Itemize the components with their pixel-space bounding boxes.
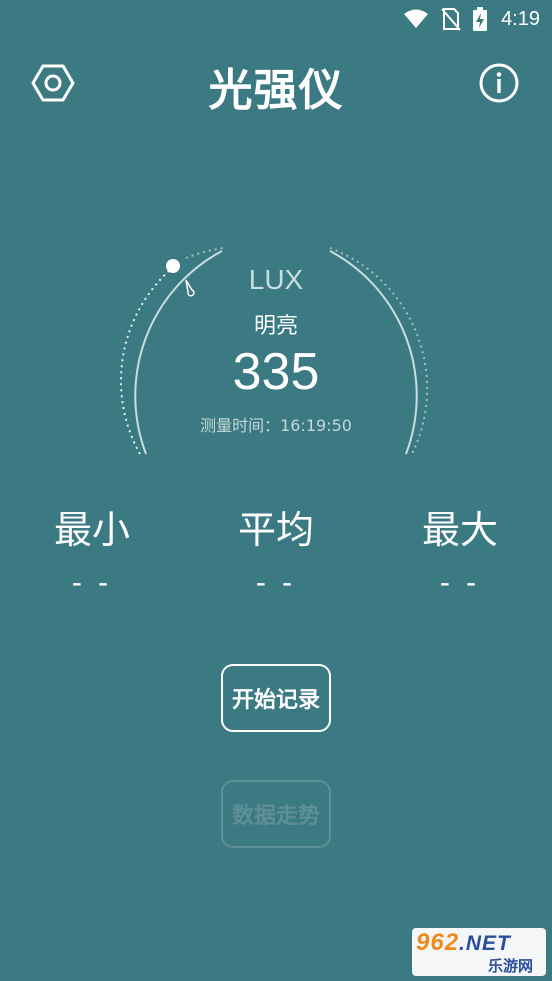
stat-avg-value: - - <box>255 566 297 599</box>
wifi-icon <box>403 8 429 30</box>
battery-charging-icon <box>473 7 488 31</box>
measurement-time: 测量时间：16:19:50 <box>200 416 352 435</box>
watermark-logo-top: 962.NET <box>416 929 511 957</box>
stat-max: 最大 - - <box>380 504 540 600</box>
status-icons: 4:19 <box>403 6 540 32</box>
stat-min-value: - - <box>71 566 113 599</box>
lux-gauge: LUX 明亮 335 测量时间：16:19:50 <box>100 236 452 466</box>
info-button[interactable] <box>476 62 522 108</box>
watermark-number: 962 <box>416 929 460 956</box>
stat-avg: 平均 - - <box>196 504 356 600</box>
light-level-label: 明亮 <box>253 314 298 339</box>
stat-max-value: - - <box>439 566 481 599</box>
app-bar: 光强仪 <box>0 46 552 122</box>
watermark-text: 乐游网 <box>488 957 534 975</box>
stat-min: 最小 - - <box>12 504 172 600</box>
gauge-unit: LUX <box>248 264 304 295</box>
watermark-logo: 962.NET 乐游网 <box>412 928 546 976</box>
page-title: 光强仪 <box>208 65 344 116</box>
lux-value: 335 <box>232 343 320 401</box>
data-trend-button[interactable]: 数据走势 <box>221 780 331 848</box>
info-circle-icon <box>478 62 520 108</box>
start-record-button[interactable]: 开始记录 <box>221 664 331 732</box>
watermark-suffix: .NET <box>459 932 511 955</box>
stat-min-label: 最小 <box>53 508 130 552</box>
status-bar: 4:19 <box>0 0 552 38</box>
status-time: 4:19 <box>501 7 540 30</box>
stats-row: 最小 - - 平均 - - 最大 - - <box>0 504 552 614</box>
no-sim-icon <box>441 7 461 31</box>
stat-avg-label: 平均 <box>237 508 314 552</box>
stat-max-label: 最大 <box>421 508 498 552</box>
